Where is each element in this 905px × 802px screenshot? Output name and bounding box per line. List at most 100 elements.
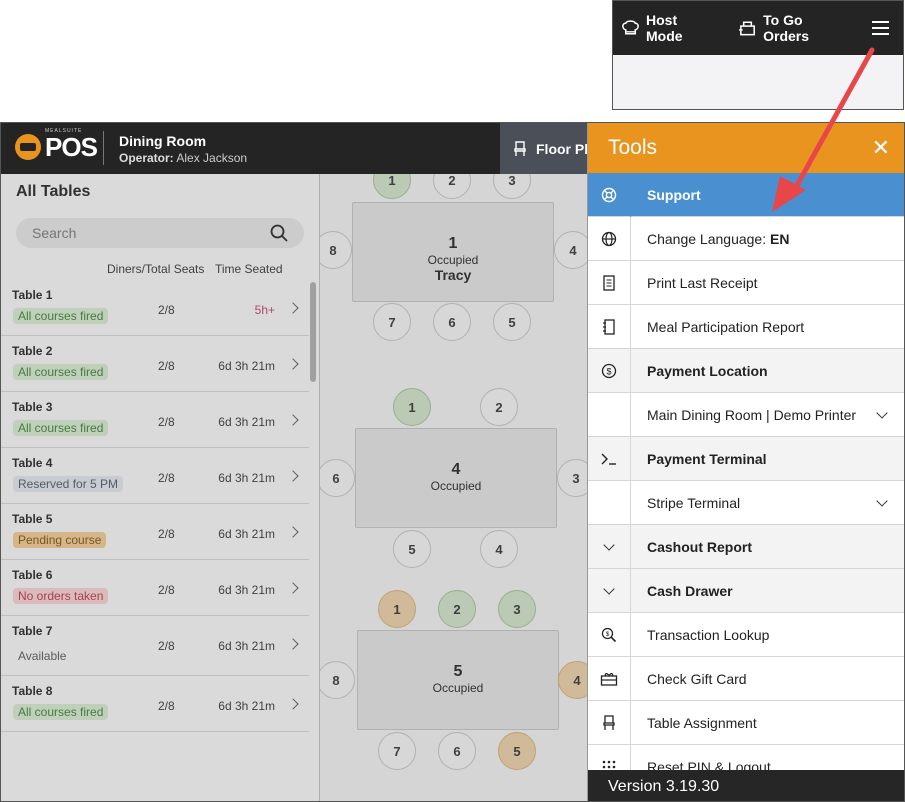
chevron-right-icon (287, 414, 299, 426)
tool-meal-participation-report[interactable]: Meal Participation Report (588, 304, 904, 349)
seat[interactable]: 6 (433, 303, 471, 341)
gift-card-icon (588, 656, 631, 701)
floor-plan: 1 2 3 1 Occupied Tracy 8 4 7 6 5 1 2 4 O… (320, 174, 588, 801)
table-row[interactable]: Table 4 Reserved for 5 PM 2/8 6d 3h 21m (1, 448, 309, 504)
status-badge: All courses fired (13, 308, 109, 324)
seat[interactable]: 8 (320, 661, 355, 699)
tool-payment-terminal[interactable]: Payment Terminal (588, 436, 904, 481)
tool-cash-drawer[interactable]: Cash Drawer (588, 568, 904, 613)
hamburger-menu-icon[interactable] (872, 21, 889, 35)
tool-cashout-report-label: Cashout Report (647, 538, 752, 555)
expand-cell (588, 568, 631, 613)
logo-mark-icon (15, 134, 41, 160)
seat[interactable]: 4 (480, 530, 518, 568)
receipt-icon (588, 260, 631, 305)
table-row[interactable]: Table 7 Available 2/8 6d 3h 21m (1, 616, 309, 676)
tools-panel: Tools ✕ Support Change Language: EN Prin… (587, 123, 904, 801)
time-seated: 6d 3h 21m (218, 415, 275, 429)
table-row[interactable]: Table 8 All courses fired 2/8 6d 3h 21m (1, 676, 309, 732)
seat[interactable]: 3 (498, 590, 536, 628)
seat[interactable]: 3 (557, 459, 588, 497)
tool-transaction-lookup[interactable]: $ Transaction Lookup (588, 612, 904, 657)
seat[interactable]: 2 (480, 388, 518, 426)
chef-hat-icon (622, 20, 639, 35)
seat[interactable]: 4 (554, 231, 588, 269)
terminal-prompt-icon (588, 436, 631, 481)
table-number: 1 (448, 235, 458, 252)
time-seated: 6d 3h 21m (218, 471, 275, 485)
tool-cashout-report[interactable]: Cashout Report (588, 524, 904, 569)
seat[interactable]: 8 (320, 231, 352, 269)
seats-count: 2/8 (158, 639, 175, 653)
tool-change-language[interactable]: Change Language: EN (588, 216, 904, 261)
chevron-right-icon (287, 302, 299, 314)
status-badge: Pending course (13, 532, 107, 548)
chevron-right-icon (287, 526, 299, 538)
seat[interactable]: 7 (378, 732, 416, 770)
tool-check-gift-card[interactable]: Check Gift Card (588, 656, 904, 701)
seat[interactable]: 5 (498, 732, 536, 770)
tool-payment-location[interactable]: $ Payment Location (588, 348, 904, 393)
table-row[interactable]: Table 6 No orders taken 2/8 6d 3h 21m (1, 560, 309, 616)
seat[interactable]: 1 (373, 174, 411, 199)
seat[interactable]: 6 (438, 732, 476, 770)
seat[interactable]: 7 (373, 303, 411, 341)
seat[interactable]: 3 (493, 174, 531, 199)
empty-icon-cell (588, 392, 631, 437)
chevron-right-icon (287, 638, 299, 650)
tool-table-assignment[interactable]: Table Assignment (588, 700, 904, 745)
header-divider (103, 131, 104, 165)
chair-icon (514, 140, 526, 156)
table-number: 5 (453, 663, 463, 680)
seat[interactable]: 1 (393, 388, 431, 426)
time-seated: 6d 3h 21m (218, 527, 275, 541)
table-row[interactable]: Table 1 All courses fired 2/8 5h+ (1, 280, 309, 336)
time-seated: 6d 3h 21m (218, 359, 275, 373)
table-status: Occupied (427, 253, 479, 267)
tool-cash-drawer-label: Cash Drawer (647, 582, 733, 599)
notebook-icon (588, 304, 631, 349)
seat[interactable]: 2 (438, 590, 476, 628)
payment-location-select[interactable]: Main Dining Room | Demo Printer (588, 392, 904, 437)
table-list: Table 1 All courses fired 2/8 5h+ Table … (1, 280, 309, 732)
search-icon[interactable] (270, 224, 288, 242)
seats-count: 2/8 (158, 359, 175, 373)
chevron-right-icon (287, 698, 299, 710)
version-footer: Version 3.19.30 (588, 770, 904, 801)
tool-support-label: Support (647, 186, 701, 203)
payment-terminal-select[interactable]: Stripe Terminal (588, 480, 904, 525)
operator-name: Alex Jackson (176, 151, 248, 165)
tool-payment-terminal-label: Payment Terminal (647, 450, 767, 467)
room-info: Dining Room Operator: Alex Jackson (119, 133, 247, 165)
lifebuoy-icon (588, 172, 631, 217)
globe-icon (588, 216, 631, 261)
table-row[interactable]: Table 5 Pending course 2/8 6d 3h 21m (1, 504, 309, 560)
tool-print-last-receipt-label: Print Last Receipt (647, 274, 758, 291)
seat[interactable]: 4 (558, 661, 588, 699)
seat[interactable]: 1 (378, 590, 416, 628)
tool-support[interactable]: Support (588, 172, 904, 217)
seat[interactable]: 2 (433, 174, 471, 199)
mealsuite-pos-logo: MEALSUITE POS (15, 128, 98, 160)
tool-print-last-receipt[interactable]: Print Last Receipt (588, 260, 904, 305)
table-name: Table 6 (12, 568, 53, 582)
table-row[interactable]: Table 3 All courses fired 2/8 6d 3h 21m (1, 392, 309, 448)
dining-table[interactable]: 5 Occupied (357, 630, 559, 730)
to-go-orders-button[interactable]: To Go Orders (738, 12, 848, 44)
host-mode-button[interactable]: Host Mode (621, 12, 714, 44)
close-icon[interactable]: ✕ (872, 135, 890, 161)
chevron-right-icon (287, 470, 299, 482)
table-row[interactable]: Table 2 All courses fired 2/8 6d 3h 21m (1, 336, 309, 392)
dining-table[interactable]: 1 Occupied Tracy (352, 202, 554, 302)
seat[interactable]: 6 (320, 459, 355, 497)
tools-title: Tools (608, 136, 658, 159)
dining-table[interactable]: 4 Occupied (355, 428, 557, 528)
payment-location-value: Main Dining Room | Demo Printer (647, 406, 857, 423)
seat[interactable]: 5 (393, 530, 431, 568)
tool-change-language-text: Change Language: EN (631, 231, 904, 247)
tables-scrollbar[interactable] (310, 282, 316, 382)
seat[interactable]: 5 (493, 303, 531, 341)
seats-count: 2/8 (158, 471, 175, 485)
table-name: Table 7 (12, 624, 53, 638)
search-input[interactable] (32, 225, 232, 241)
